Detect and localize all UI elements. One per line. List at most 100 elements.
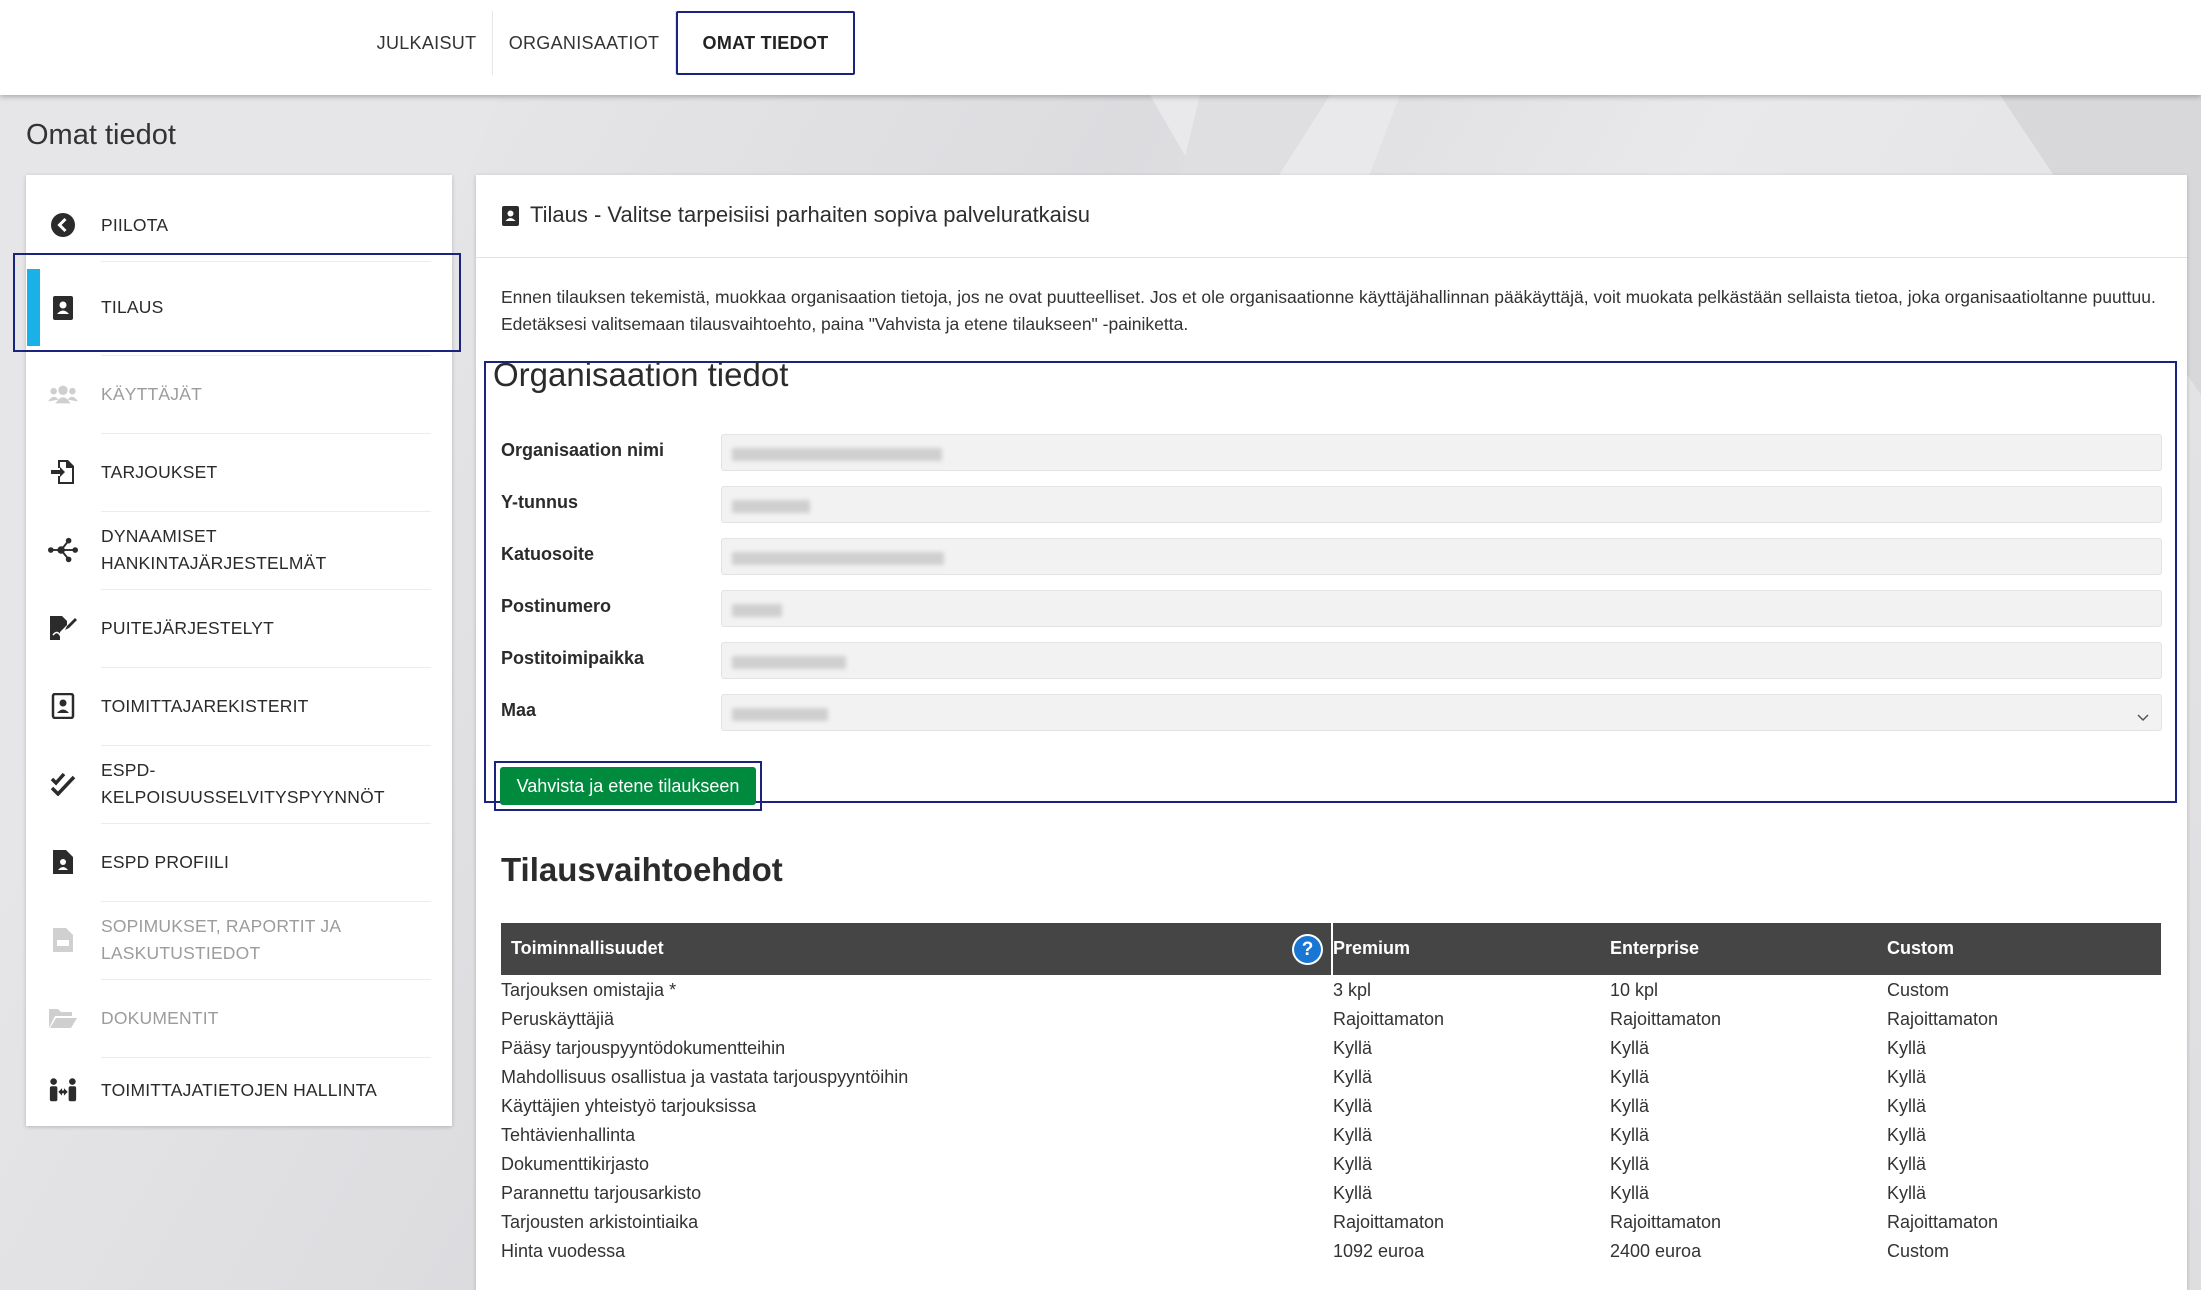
table-cell: Kyllä [1610,1154,1650,1174]
sidebar-item-toimittajarekisterit[interactable]: TOIMITTAJAREKISTERIT [26,667,452,745]
page-title: Omat tiedot [26,119,176,151]
table-header: Toiminnallisuudet ? Premium Enterprise C… [501,923,2161,975]
sidebar-item-toimittajatietojen-hallinta[interactable]: TOIMITTAJATIETOJEN HALLINTA [26,1057,452,1123]
table-cell: Kyllä [1333,1125,1373,1145]
field-label: Katuosoite [501,544,595,564]
contact-card-icon [501,205,520,232]
tab-organisaatiot[interactable]: ORGANISAATIOT [493,11,676,75]
sidebar-item-label: KÄYTTÄJÄT [101,383,202,404]
table-row: Dokumenttikirjasto Kyllä Kyllä Kyllä [501,1150,2161,1179]
table-row: Tarjousten arkistointiaika Rajoittamaton R… [501,1208,2161,1237]
form-row-business-id: Y-tunnus [501,486,2162,523]
table-cell: Rajoittamaton [1887,1212,1999,1232]
table-cell: Rajoittamaton [1333,1009,1445,1029]
table-row: Parannettu tarjousarkisto Kyllä Kyllä Kyllä [501,1179,2161,1208]
table-row: Käyttäjien yhteistyö tarjouksissa Kyllä Ky… [501,1092,2161,1121]
field-label: Maa [501,700,537,720]
country-select[interactable] [721,694,2162,731]
organisation-info-section [484,361,2177,803]
table-cell: Kyllä [1333,1096,1373,1116]
confirm-and-order-button[interactable]: Vahvista ja etene tilaukseen [500,767,756,805]
sidebar-item-puitejarjestelyt[interactable]: PUITEJÄRJESTELYT [26,589,452,667]
users-icon [48,379,78,409]
redacted-value [732,500,810,513]
active-indicator [27,269,40,346]
folder-open-icon [48,1003,78,1033]
table-cell: Kyllä [1887,1067,1927,1087]
table-cell: Tehtävienhallinta [501,1125,636,1145]
table-row: Peruskäyttäjiä Rajoittamaton Rajoittamaton… [501,1005,2161,1034]
chevron-down-icon [2137,707,2149,727]
street-address-field[interactable] [721,538,2162,575]
sidebar-item-label: TARJOUKSET [101,461,218,482]
main-panel: Tilaus - Valitse tarpeisiisi parhaiten s… [476,175,2187,1290]
double-check-icon [48,769,78,799]
top-navigation-bar: JULKAISUT ORGANISAATIOT OMAT TIEDOT [0,0,2201,95]
sidebar-item-espd-profiili[interactable]: ESPD PROFIILI [26,823,452,901]
table-cell: 2400 euroa [1610,1241,1702,1261]
table-row: Mahdollisuus osallistua ja vastata tarjo… [501,1063,2161,1092]
table-cell: Kyllä [1610,1125,1650,1145]
sidebar-item-label: DOKUMENTIT [101,1007,219,1028]
column-header-features: Toiminnallisuudet [511,938,664,958]
table-row: Tehtävienhallinta Kyllä Kyllä Kyllä [501,1121,2161,1150]
form-row-country: Maa [501,694,2162,731]
table-cell: Peruskäyttäjiä [501,1009,615,1029]
table-cell: Hinta vuodessa [501,1241,626,1261]
table-row: Pääsy tarjouspyyntödokumentteihin Kyllä Ky… [501,1034,2161,1063]
question-mark: ? [1294,936,1321,963]
redacted-value [732,448,942,461]
table-cell: Kyllä [1333,1183,1373,1203]
column-header-premium: Premium [1333,938,1411,958]
sidebar-item-label: ESPD PROFIILI [101,851,230,872]
table-row: Hinta vuodessa 1092 euroa 2400 euroa Custom [501,1237,2161,1266]
table-cell: Kyllä [1610,1038,1650,1058]
sidebar-item-piilota[interactable]: PIILOTA [26,202,452,248]
sidebar-item-label: TILAUS [101,297,164,317]
sidebar-item-label: TOIMITTAJAREKISTERIT [101,695,309,716]
field-label: Organisaation nimi [501,440,665,460]
table-cell: Kyllä [1887,1096,1927,1116]
network-icon [48,535,78,565]
postal-code-field[interactable] [721,590,2162,627]
organisation-name-field[interactable] [721,434,2162,471]
table-row: Tarjouksen omistajia * 3 kpl 10 kpl Custom [501,976,2161,1005]
sidebar-item-sopimukset-raportit-laskutustiedot: SOPIMUKSET, RAPORTIT JA LASKUTUSTIEDOT [26,901,452,979]
sidebar-item-tarjoukset[interactable]: TARJOUKSET [26,433,452,511]
table-cell: Kyllä [1610,1067,1650,1087]
table-cell: Kyllä [1887,1038,1927,1058]
table-cell: Rajoittamaton [1333,1212,1445,1232]
sidebar-item-espd-kelpoisuusselvityspyynnot[interactable]: ESPD-KELPOISUUSSELVITYSPYYNNÖT [26,745,452,823]
sidebar-item-dynaamiset-hankintajarjestelmat[interactable]: DYNAAMISET HANKINTAJÄRJESTELMÄT [26,511,452,589]
table-cell: Kyllä [1887,1154,1927,1174]
business-id-field[interactable] [721,486,2162,523]
field-label: Postitoimipaikka [501,648,645,668]
main-nav: JULKAISUT ORGANISAATIOT OMAT TIEDOT [361,11,855,75]
section-title: Organisaation tiedot [493,356,789,393]
file-signature-icon [48,613,78,643]
column-header-enterprise: Enterprise [1610,938,1700,958]
sidebar-item-tilaus[interactable]: TILAUS [26,261,452,354]
table-cell: Kyllä [1887,1183,1927,1203]
sidebar-item-label: SOPIMUKSET, RAPORTIT JA LASKUTUSTIEDOT [101,916,341,963]
table-cell: 1092 euroa [1333,1241,1425,1261]
panel-header: Tilaus - Valitse tarpeisiisi parhaiten s… [476,175,2187,258]
tab-julkaisut[interactable]: JULKAISUT [361,11,493,75]
table-cell: 10 kpl [1610,980,1659,1000]
table-cell: Kyllä [1887,1125,1927,1145]
table-cell: Kyllä [1333,1154,1373,1174]
post-office-field[interactable] [721,642,2162,679]
form-row-post-office: Postitoimipaikka [501,642,2162,679]
table-cell: Kyllä [1333,1067,1373,1087]
table-body: Tarjouksen omistajia * 3 kpl 10 kpl Custom P… [501,975,2161,1266]
help-icon[interactable]: ? [1292,934,1323,965]
contact-card-icon [48,293,78,323]
table-cell: Mahdollisuus osallistua ja vastata tarjo… [501,1067,909,1087]
sidebar-item-label: TOIMITTAJATIETOJEN HALLINTA [101,1079,378,1100]
sidebar-item-dokumentit: DOKUMENTIT [26,979,452,1057]
tab-omat-tiedot[interactable]: OMAT TIEDOT [676,11,855,75]
column-header-custom: Custom [1887,938,1954,958]
table-cell: 3 kpl [1333,980,1372,1000]
people-arrows-icon [48,1075,78,1105]
table-cell: Parannettu tarjousarkisto [501,1183,702,1203]
